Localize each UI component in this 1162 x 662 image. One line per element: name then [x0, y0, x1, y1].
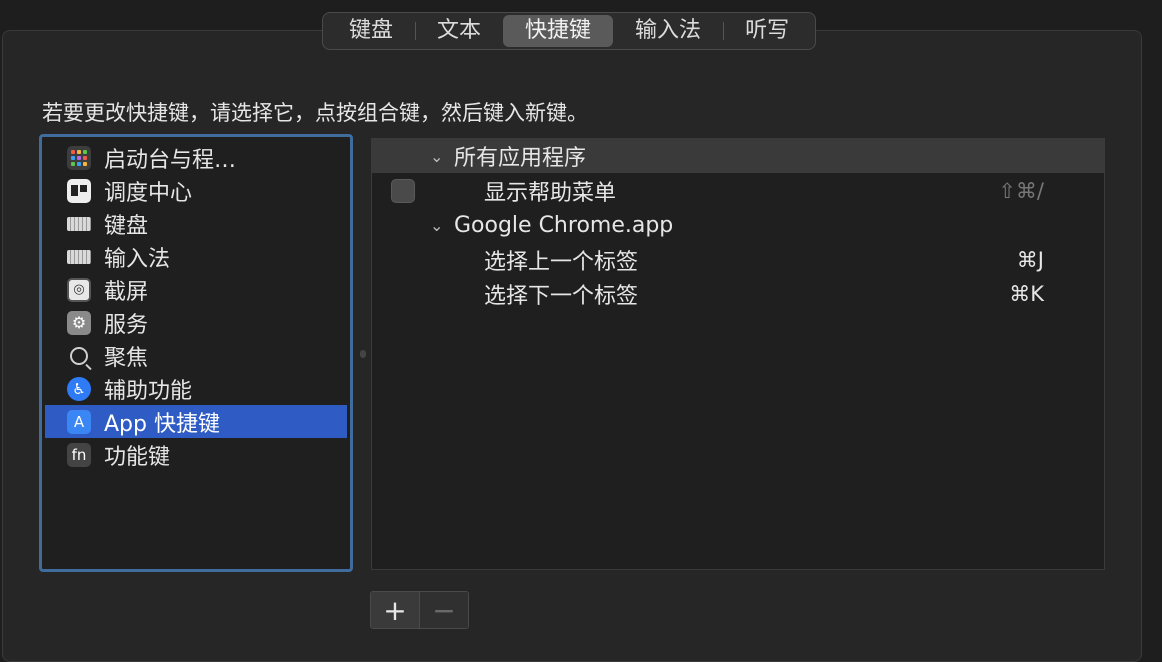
launchpad-icon: [67, 145, 91, 170]
tab-bar: 键盘 文本 快捷键 输入法 听写: [322, 12, 817, 50]
tab-dictation[interactable]: 听写: [723, 15, 811, 47]
chevron-down-icon[interactable]: ⌄: [430, 216, 443, 235]
remove-button[interactable]: −: [419, 592, 468, 628]
sidebar-item-function-keys[interactable]: fn 功能键: [45, 438, 347, 471]
fn-key-icon: fn: [67, 442, 91, 467]
sidebar-item-accessibility[interactable]: ♿ 辅助功能: [45, 372, 347, 405]
enable-checkbox[interactable]: [391, 179, 415, 203]
tab-input-sources[interactable]: 输入法: [613, 15, 723, 47]
sidebar-item-mission-control[interactable]: 调度中心: [45, 174, 347, 207]
shortcut-row-next-tab[interactable]: 选择下一个标签 ⌘K: [372, 277, 1104, 311]
tab-text[interactable]: 文本: [415, 15, 503, 47]
shortcut-keys[interactable]: ⇧⌘/: [998, 179, 1044, 203]
tab-shortcuts[interactable]: 快捷键: [503, 15, 614, 47]
sidebar-item-services[interactable]: ⚙ 服务: [45, 306, 347, 339]
chevron-down-icon[interactable]: ⌄: [430, 147, 443, 166]
sidebar-item-label: 启动台与程…: [104, 147, 237, 173]
shortcut-row-show-help-menu[interactable]: 显示帮助菜单 ⇧⌘/: [372, 174, 1104, 208]
sidebar-item-keyboard[interactable]: 键盘: [45, 207, 347, 240]
sidebar-item-app-shortcuts[interactable]: A App 快捷键: [45, 405, 347, 438]
sidebar-item-label: 调度中心: [104, 180, 193, 206]
shortcut-table: ⌄ 所有应用程序 显示帮助菜单 ⇧⌘/ ⌄ Google Chrome.app …: [371, 138, 1105, 570]
sidebar-item-label: 输入法: [104, 246, 171, 272]
sidebar-item-label: App 快捷键: [104, 411, 220, 437]
keyboard-icon: [67, 249, 91, 264]
mission-control-icon: [67, 178, 91, 203]
split-view-divider-handle[interactable]: [360, 350, 366, 358]
sidebar-item-label: 功能键: [104, 444, 171, 470]
shortcut-keys[interactable]: ⌘J: [1017, 248, 1044, 272]
sidebar-item-label: 服务: [104, 312, 149, 338]
magnifier-icon: [70, 346, 88, 365]
shortcut-keys[interactable]: ⌘K: [1009, 282, 1044, 306]
accessibility-icon: ♿: [67, 376, 91, 401]
shortcut-row-prev-tab[interactable]: 选择上一个标签 ⌘J: [372, 243, 1104, 277]
tab-keyboard[interactable]: 键盘: [327, 15, 415, 47]
sidebar-item-spotlight[interactable]: 聚焦: [45, 339, 347, 372]
sidebar-item-label: 辅助功能: [104, 378, 193, 404]
sidebar-item-label: 聚焦: [104, 345, 149, 371]
group-row-all-apps[interactable]: ⌄ 所有应用程序: [372, 139, 1104, 173]
add-remove-buttons: + −: [370, 591, 469, 629]
group-label: 所有应用程序: [454, 146, 587, 171]
instruction-text: 若要更改快捷键，请选择它，点按组合键，然后键入新键。: [42, 101, 588, 125]
shortcut-label: 显示帮助菜单: [484, 181, 617, 206]
sidebar-item-screenshots[interactable]: ◎ 截屏: [45, 273, 347, 306]
add-button[interactable]: +: [371, 592, 419, 628]
shortcut-label: 选择上一个标签: [484, 250, 639, 275]
shortcut-label: 选择下一个标签: [484, 284, 639, 309]
sidebar-item-label: 截屏: [104, 279, 149, 305]
gear-icon: ⚙: [67, 310, 91, 335]
sidebar-item-input-sources[interactable]: 输入法: [45, 240, 347, 273]
sidebar-item-label: 键盘: [104, 213, 149, 239]
group-row-google-chrome[interactable]: ⌄ Google Chrome.app: [372, 208, 1104, 242]
keyboard-icon: [67, 216, 91, 231]
app-store-icon: A: [67, 409, 91, 434]
shortcut-category-list[interactable]: 启动台与程… 调度中心 键盘 输入法 ◎ 截屏 ⚙ 服务 聚焦 ♿ 辅助功能 A…: [39, 134, 353, 572]
group-label: Google Chrome.app: [454, 212, 674, 238]
screenshot-icon: ◎: [67, 277, 91, 302]
sidebar-item-launchpad[interactable]: 启动台与程…: [45, 141, 347, 174]
